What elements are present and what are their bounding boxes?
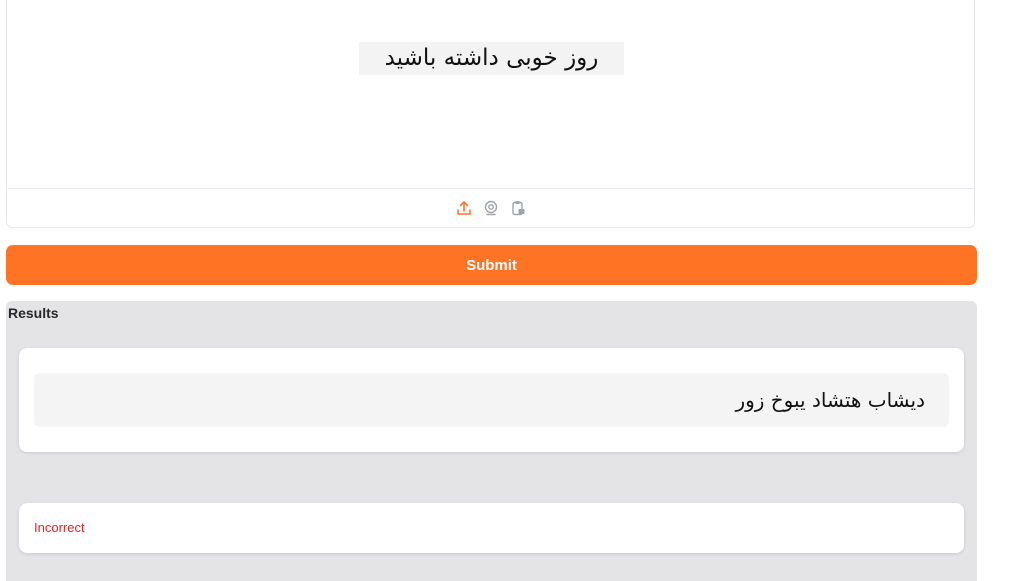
results-label: Results	[8, 305, 59, 321]
image-input-panel: روز خوبی داشته باشید	[6, 0, 975, 228]
clipboard-icon[interactable]	[508, 199, 527, 218]
status-card: Incorrect	[19, 503, 964, 553]
image-preview[interactable]: روز خوبی داشته باشید	[7, 0, 974, 189]
image-source-toolbar	[7, 189, 974, 227]
submit-button[interactable]: Submit	[6, 245, 977, 285]
image-text: روز خوبی داشته باشید	[359, 42, 624, 75]
status-label: Incorrect	[34, 520, 85, 535]
webcam-icon[interactable]	[481, 199, 500, 218]
upload-icon[interactable]	[454, 199, 473, 218]
output-text: دیشاب هتشاد یبوخ زور	[34, 373, 949, 427]
output-card: دیشاب هتشاد یبوخ زور	[19, 348, 964, 452]
results-panel: Results دیشاب هتشاد یبوخ زور Incorrect	[6, 301, 977, 581]
